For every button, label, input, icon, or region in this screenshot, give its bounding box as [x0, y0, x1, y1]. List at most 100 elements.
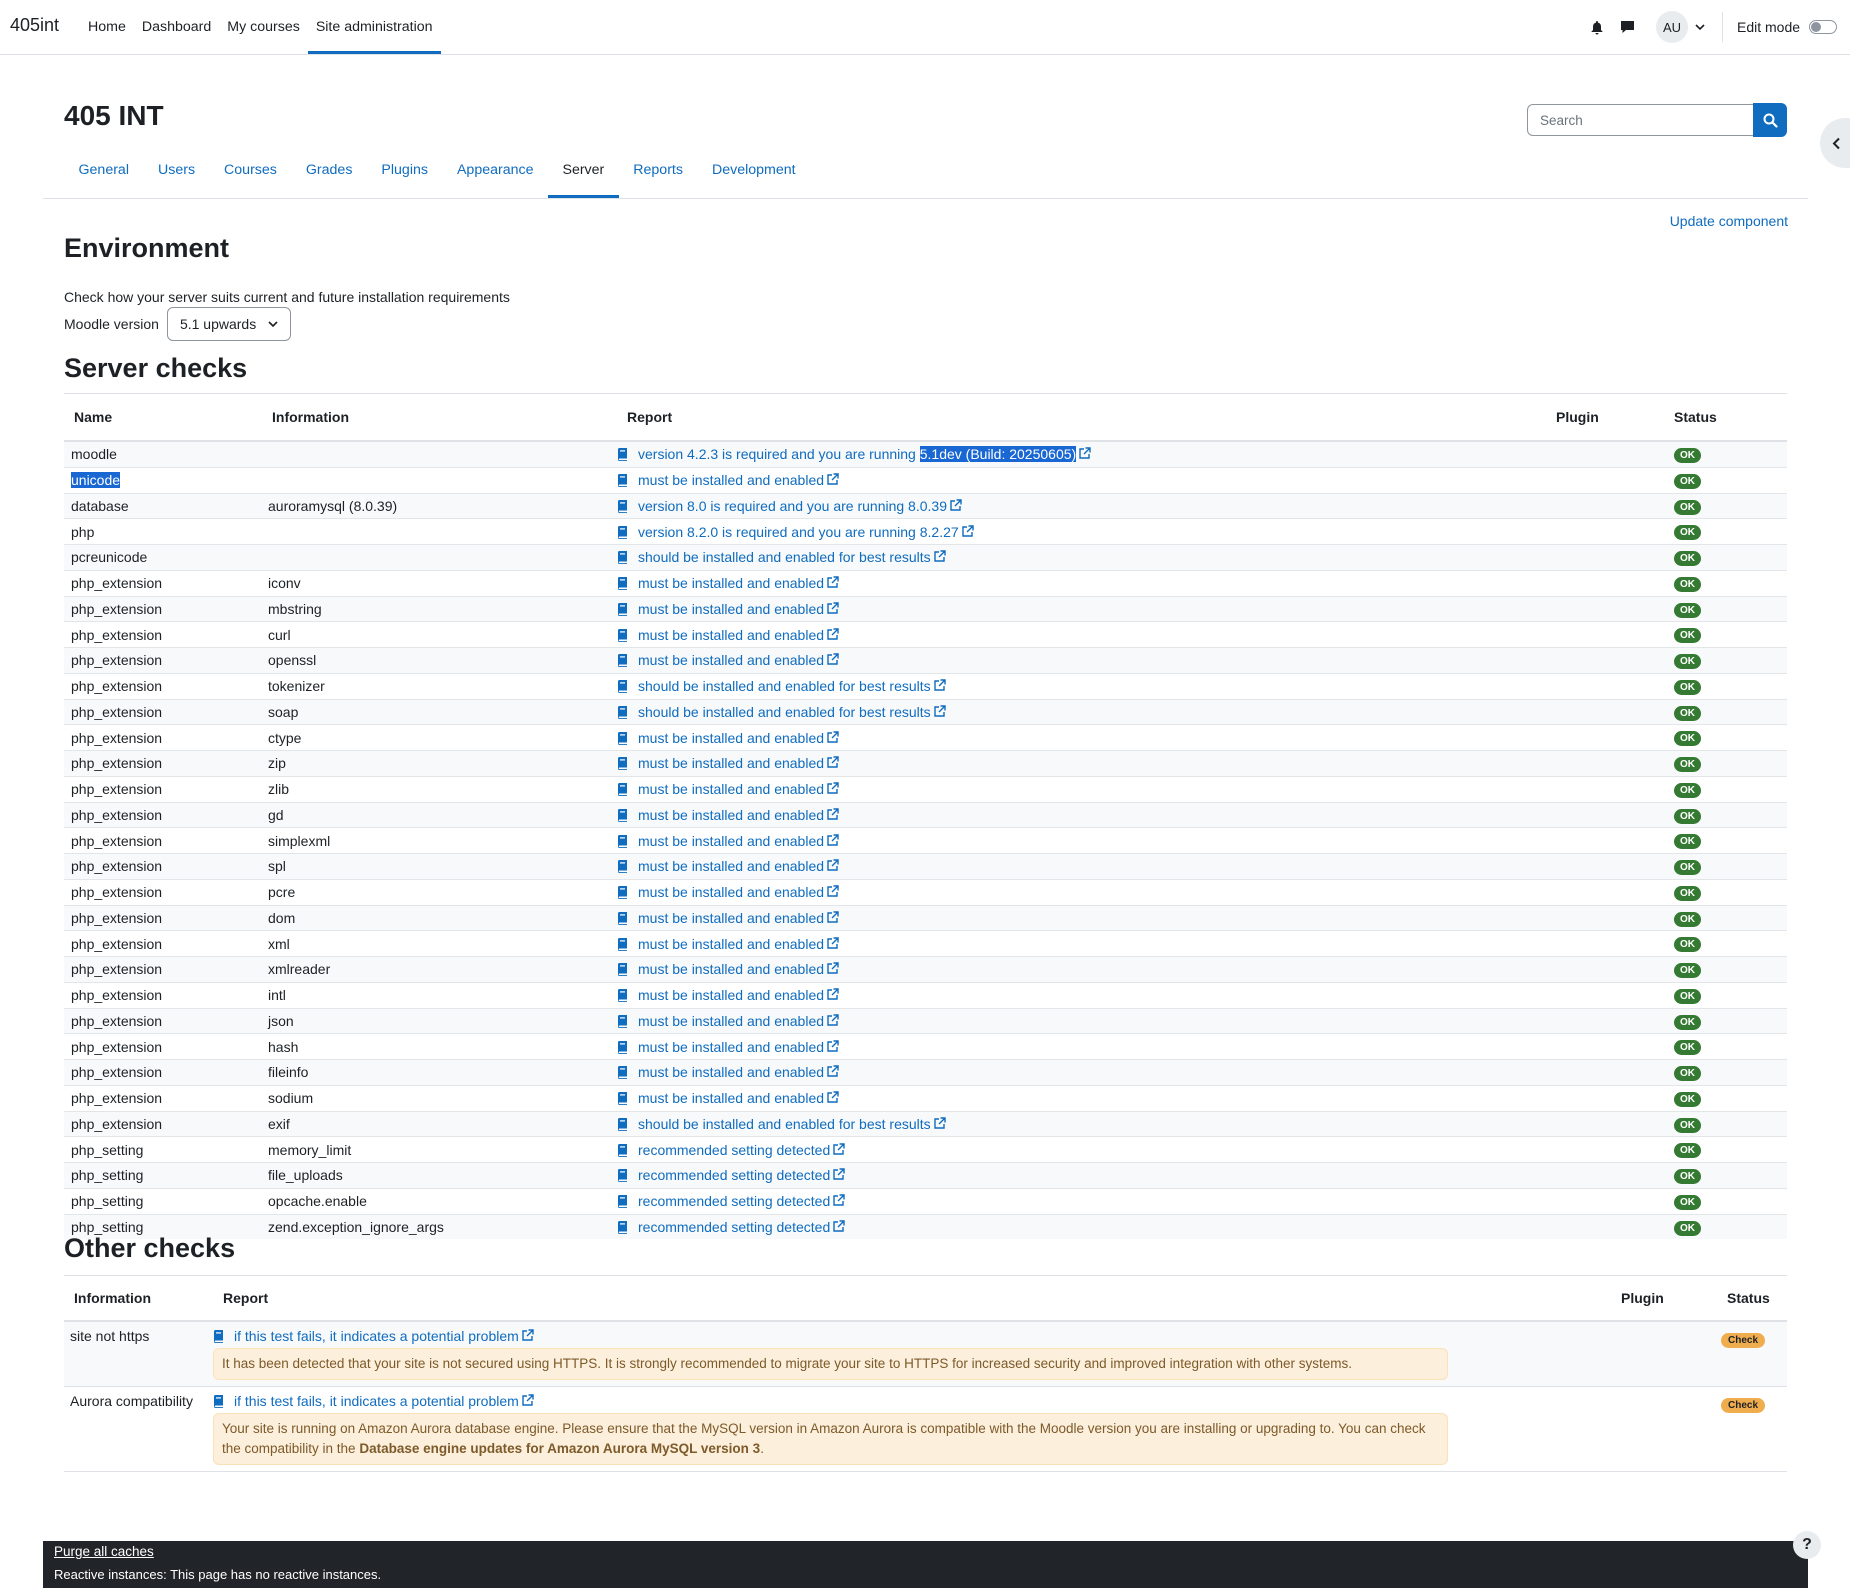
report-text: must be installed and enabled — [638, 1012, 825, 1029]
report-link[interactable]: must be installed and enabled — [638, 1013, 839, 1029]
check-plugin — [1546, 930, 1664, 957]
external-link-icon — [933, 679, 946, 691]
report-link[interactable]: must be installed and enabled — [638, 1090, 839, 1106]
tab-courses[interactable]: Courses — [210, 151, 292, 198]
report-link[interactable]: must be installed and enabled — [638, 1039, 839, 1055]
tab-users[interactable]: Users — [143, 151, 209, 198]
update-component-link[interactable]: Update component — [1670, 213, 1788, 229]
report-link[interactable]: must be installed and enabled — [638, 987, 839, 1003]
chevron-down-icon[interactable] — [1688, 12, 1712, 42]
report-link[interactable]: must be installed and enabled — [638, 884, 839, 900]
report-link[interactable]: recommended setting detected — [638, 1219, 845, 1235]
tab-general[interactable]: General — [64, 151, 143, 198]
report-text: if this test fails, it indicates a poten… — [234, 1328, 519, 1344]
moodle-docs-icon — [618, 783, 627, 797]
table-row: php_setting opcache.enable recommended set… — [64, 1187, 1787, 1214]
tab-grades[interactable]: Grades — [291, 151, 367, 198]
nav-item-home[interactable]: Home — [80, 0, 134, 54]
nav-item-my-courses[interactable]: My courses — [219, 0, 308, 54]
question-mark-icon: ? — [1802, 1536, 1812, 1553]
tab-appearance[interactable]: Appearance — [442, 151, 548, 198]
report-link[interactable]: must be installed and enabled — [638, 627, 839, 643]
search-button[interactable] — [1753, 103, 1787, 137]
report-link[interactable]: version 8.0 is required and you are runn… — [638, 498, 962, 514]
check-name: php_extension — [71, 703, 163, 720]
column-header-information[interactable]: Information — [64, 1275, 213, 1322]
tab-server[interactable]: Server — [547, 151, 619, 198]
report-link[interactable]: should be installed and enabled for best… — [638, 704, 946, 720]
report-text: must be installed and enabled — [638, 832, 825, 849]
report-link[interactable]: recommended setting detected — [638, 1167, 845, 1183]
report-link[interactable]: if this test fails, it indicates a poten… — [234, 1328, 534, 1344]
moodle-docs-icon — [214, 1395, 223, 1408]
open-block-drawer-button[interactable] — [1820, 118, 1850, 168]
site-brand[interactable]: 405int — [10, 15, 59, 36]
column-header-report[interactable]: Report — [617, 393, 1546, 442]
report-link[interactable]: must be installed and enabled — [638, 910, 839, 926]
chat-bubble-icon[interactable] — [1612, 12, 1642, 42]
table-row: database auroramysql (8.0.39) version 8.0 … — [64, 492, 1787, 519]
report-link[interactable]: version 8.2.0 is required and you are ru… — [638, 524, 974, 540]
report-link[interactable]: must be installed and enabled — [638, 652, 839, 668]
moodle-version-select[interactable]: 5.1 upwards — [166, 307, 292, 341]
search-input[interactable] — [1527, 104, 1753, 136]
purge-all-caches-link[interactable]: Purge all caches — [54, 1544, 154, 1559]
column-header-plugin[interactable]: Plugin — [1621, 1290, 1664, 1306]
report-link[interactable]: must be installed and enabled — [638, 601, 839, 617]
bell-icon[interactable] — [1582, 12, 1612, 42]
tab-reports[interactable]: Reports — [619, 151, 698, 198]
report-text: must be installed and enabled — [638, 806, 825, 823]
report-link[interactable]: recommended setting detected — [638, 1142, 845, 1158]
help-button[interactable]: ? — [1793, 1531, 1821, 1559]
report-link[interactable]: must be installed and enabled — [638, 858, 839, 874]
external-link-icon — [933, 550, 946, 563]
report-link[interactable]: must be installed and enabled — [638, 755, 839, 771]
nav-item-dashboard[interactable]: Dashboard — [134, 0, 219, 54]
check-plugin — [1546, 904, 1664, 931]
report-link[interactable]: if this test fails, it indicates a poten… — [234, 1393, 534, 1409]
column-header-name[interactable]: Name — [64, 393, 262, 442]
report-link[interactable]: must be installed and enabled — [638, 807, 839, 823]
avatar[interactable]: AU — [1656, 11, 1688, 43]
column-header-information[interactable]: Information — [262, 393, 617, 442]
edit-mode-toggle[interactable] — [1809, 20, 1838, 34]
moodle-docs-icon — [618, 525, 627, 539]
column-header-plugin[interactable]: Plugin — [1546, 393, 1664, 442]
table-row: site not https if this test fails, it ind… — [64, 1320, 1787, 1387]
tab-plugins[interactable]: Plugins — [367, 151, 443, 198]
nav-item-site-administration[interactable]: Site administration — [307, 0, 441, 54]
report-link[interactable]: must be installed and enabled — [638, 575, 839, 591]
external-link-icon — [950, 499, 962, 511]
report-link[interactable]: must be installed and enabled — [638, 472, 839, 488]
column-header-status[interactable]: Status — [1664, 393, 1787, 442]
report-text: should be installed and enabled for best… — [638, 678, 931, 695]
report-link[interactable]: recommended setting detected — [638, 1193, 845, 1209]
report-link[interactable]: should be installed and enabled for best… — [638, 549, 946, 565]
report-link[interactable]: should be installed and enabled for best… — [638, 678, 946, 694]
check-name: php_extension — [71, 858, 163, 875]
report-link[interactable]: must be installed and enabled — [638, 936, 839, 952]
check-information: iconv — [268, 575, 301, 592]
report-link[interactable]: must be installed and enabled — [638, 833, 839, 849]
check-name: php — [71, 523, 95, 540]
table-row: php_extension hash must be installed and e… — [64, 1033, 1787, 1060]
report-link[interactable]: should be installed and enabled for best… — [638, 1116, 946, 1132]
column-header-status[interactable]: Status — [1717, 1275, 1787, 1322]
report-text: must be installed and enabled — [638, 575, 825, 592]
report-link[interactable]: must be installed and enabled — [638, 781, 839, 797]
report-link[interactable]: must be installed and enabled — [638, 1064, 839, 1080]
status-badge: OK — [1674, 705, 1701, 721]
status-badge: OK — [1674, 885, 1701, 901]
column-header-report[interactable]: Report Plugin — [213, 1275, 1717, 1322]
table-row: php_extension tokenizer should be installe… — [64, 672, 1787, 699]
report-link[interactable]: must be installed and enabled — [638, 961, 839, 977]
report-link[interactable]: must be installed and enabled — [638, 730, 839, 746]
server-checks-header-row: Name Information Report Plugin Status — [64, 393, 1787, 442]
report-text: must be installed and enabled — [638, 600, 825, 617]
external-link-icon — [827, 859, 839, 872]
moodle-docs-icon — [618, 1066, 627, 1080]
other-checks-header-row: Information Report Plugin Status — [64, 1275, 1787, 1322]
check-name: php_extension — [71, 755, 163, 772]
report-link[interactable]: version 4.2.3 is required and you are ru… — [638, 446, 1091, 463]
tab-development[interactable]: Development — [697, 151, 810, 198]
